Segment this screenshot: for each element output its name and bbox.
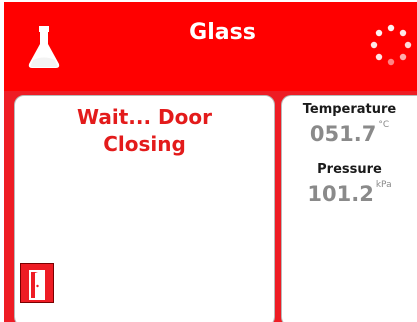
- status-panel: Wait... Door Closing: [14, 95, 275, 322]
- readings-panel: Temperature 051.7 °C Pressure 101.2 kPa: [281, 95, 417, 322]
- door-button[interactable]: [20, 263, 54, 303]
- app-frame: Glass Wait... Door Closing Temperature 0…: [4, 2, 417, 322]
- page-title: Glass: [189, 20, 256, 45]
- loading-spinner-icon: [370, 24, 412, 66]
- pressure-unit: kPa: [375, 180, 392, 190]
- door-icon: [29, 270, 45, 300]
- temperature-value: 051.7: [309, 122, 377, 146]
- temperature-label: Temperature: [302, 102, 397, 117]
- header-bar: Glass: [4, 2, 417, 91]
- door-status-message: Wait... Door Closing: [77, 105, 212, 156]
- pressure-value: 101.2: [307, 182, 374, 206]
- temperature-unit: °C: [378, 120, 390, 130]
- pressure-label: Pressure: [317, 162, 382, 177]
- pressure-readout: 101.2 kPa: [282, 180, 417, 206]
- temperature-readout: 051.7 °C: [282, 120, 417, 146]
